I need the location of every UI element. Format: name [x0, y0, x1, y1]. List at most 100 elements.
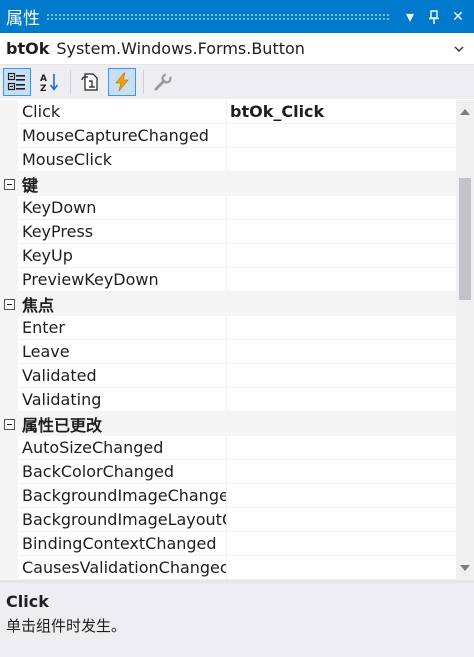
property-row[interactable]: KeyUp: [0, 244, 456, 268]
property-row[interactable]: BackColorChanged: [0, 460, 456, 484]
property-name[interactable]: Enter: [18, 316, 227, 340]
property-row[interactable]: Validating: [0, 388, 456, 412]
property-value[interactable]: [227, 244, 456, 268]
property-row[interactable]: BindingContextChanged: [0, 532, 456, 556]
property-name[interactable]: KeyDown: [18, 196, 227, 220]
scroll-up-button[interactable]: [456, 103, 474, 121]
auto-hide-pin-button[interactable]: [422, 5, 446, 29]
window-position-dropdown-button[interactable]: ▾: [398, 5, 422, 29]
property-value[interactable]: [227, 532, 456, 556]
property-value[interactable]: [227, 364, 456, 388]
property-name[interactable]: BackgroundImageLayoutC: [18, 508, 227, 532]
object-type: System.Windows.Forms.Button: [56, 39, 305, 58]
vertical-scrollbar[interactable]: [456, 100, 474, 580]
triangle-down-icon: [460, 565, 470, 571]
property-value[interactable]: [227, 124, 456, 148]
property-name[interactable]: KeyUp: [18, 244, 227, 268]
property-pages-button[interactable]: [149, 68, 177, 96]
row-gutter: [0, 460, 18, 484]
property-row[interactable]: PreviewKeyDown: [0, 268, 456, 292]
description-pane: Click 单击组件时发生。: [0, 583, 474, 657]
property-row[interactable]: BackgroundImageLayoutC: [0, 508, 456, 532]
property-row[interactable]: MouseClick: [0, 148, 456, 172]
property-name[interactable]: CausesValidationChangec: [18, 556, 227, 580]
property-value[interactable]: btOk_Click: [227, 100, 456, 124]
property-row[interactable]: KeyPress: [0, 220, 456, 244]
events-button[interactable]: [108, 68, 136, 96]
property-value[interactable]: [227, 388, 456, 412]
alphabetical-icon: A Z: [40, 74, 59, 92]
property-row[interactable]: KeyDown: [0, 196, 456, 220]
categorized-icon: [7, 72, 25, 91]
property-name[interactable]: MouseCaptureChanged: [18, 124, 227, 148]
property-toolbar: A Z: [0, 65, 474, 99]
property-name[interactable]: Validated: [18, 364, 227, 388]
category-row[interactable]: 属性已更改: [0, 412, 456, 436]
property-row[interactable]: Leave: [0, 340, 456, 364]
property-name[interactable]: BackColorChanged: [18, 460, 227, 484]
description-title: Click: [6, 592, 49, 611]
alphabetical-button[interactable]: A Z: [35, 68, 63, 96]
collapse-toggle[interactable]: [0, 292, 18, 316]
object-selector[interactable]: btOk System.Windows.Forms.Button: [0, 33, 474, 65]
property-row[interactable]: Enter: [0, 316, 456, 340]
property-name[interactable]: BackgroundImageChange: [18, 484, 227, 508]
category-row[interactable]: 键: [0, 172, 456, 196]
property-row[interactable]: Click btOk_Click: [0, 100, 456, 124]
property-value[interactable]: [227, 340, 456, 364]
collapse-toggle[interactable]: [0, 412, 18, 436]
property-row[interactable]: MouseCaptureChanged: [0, 124, 456, 148]
row-gutter: [0, 508, 18, 532]
object-name: btOk: [6, 39, 50, 58]
row-gutter: [0, 148, 18, 172]
property-name[interactable]: KeyPress: [18, 220, 227, 244]
property-name[interactable]: MouseClick: [18, 148, 227, 172]
category-label: 焦点: [22, 296, 55, 315]
scroll-down-button[interactable]: [456, 559, 474, 577]
property-name[interactable]: PreviewKeyDown: [18, 268, 227, 292]
property-name[interactable]: Click: [18, 100, 227, 124]
scrollbar-thumb[interactable]: [459, 178, 471, 300]
property-value[interactable]: [227, 196, 456, 220]
row-gutter: [0, 268, 18, 292]
row-gutter: [0, 316, 18, 340]
categorized-button[interactable]: [3, 68, 31, 96]
drag-grip[interactable]: [46, 12, 390, 21]
row-gutter: [0, 388, 18, 412]
pin-icon: [429, 9, 439, 24]
object-selector-dropdown-button[interactable]: [450, 40, 468, 58]
property-row[interactable]: Validated: [0, 364, 456, 388]
property-name[interactable]: Leave: [18, 340, 227, 364]
window-title: 属性: [6, 9, 40, 29]
property-name[interactable]: BindingContextChanged: [18, 532, 227, 556]
triangle-up-icon: [460, 109, 470, 115]
properties-icon: [81, 73, 98, 91]
row-gutter: [0, 364, 18, 388]
property-value[interactable]: [227, 268, 456, 292]
property-value[interactable]: [227, 316, 456, 340]
category-row[interactable]: 焦点: [0, 292, 456, 316]
property-row[interactable]: AutoSizeChanged: [0, 436, 456, 460]
property-row[interactable]: BackgroundImageChange: [0, 484, 456, 508]
category-label: 键: [22, 176, 39, 195]
collapse-toggle[interactable]: [0, 172, 18, 196]
row-gutter: [0, 124, 18, 148]
toolbar-separator: [143, 70, 144, 94]
property-row[interactable]: CausesValidationChangec: [0, 556, 456, 580]
close-button[interactable]: ✕: [446, 5, 470, 29]
chevron-down-icon: ▾: [405, 7, 415, 26]
property-grid: Click btOk_Click MouseCaptureChanged MouseC…: [0, 100, 456, 580]
property-value[interactable]: [227, 508, 456, 532]
property-value[interactable]: [227, 148, 456, 172]
row-gutter: [0, 244, 18, 268]
property-value[interactable]: [227, 220, 456, 244]
property-name[interactable]: AutoSizeChanged: [18, 436, 227, 460]
property-value[interactable]: [227, 460, 456, 484]
property-value[interactable]: [227, 436, 456, 460]
property-value[interactable]: [227, 484, 456, 508]
minus-box-icon: [3, 418, 15, 430]
property-name[interactable]: Validating: [18, 388, 227, 412]
property-value[interactable]: [227, 556, 456, 580]
chevron-down-icon: [454, 46, 464, 52]
properties-button[interactable]: [76, 68, 104, 96]
